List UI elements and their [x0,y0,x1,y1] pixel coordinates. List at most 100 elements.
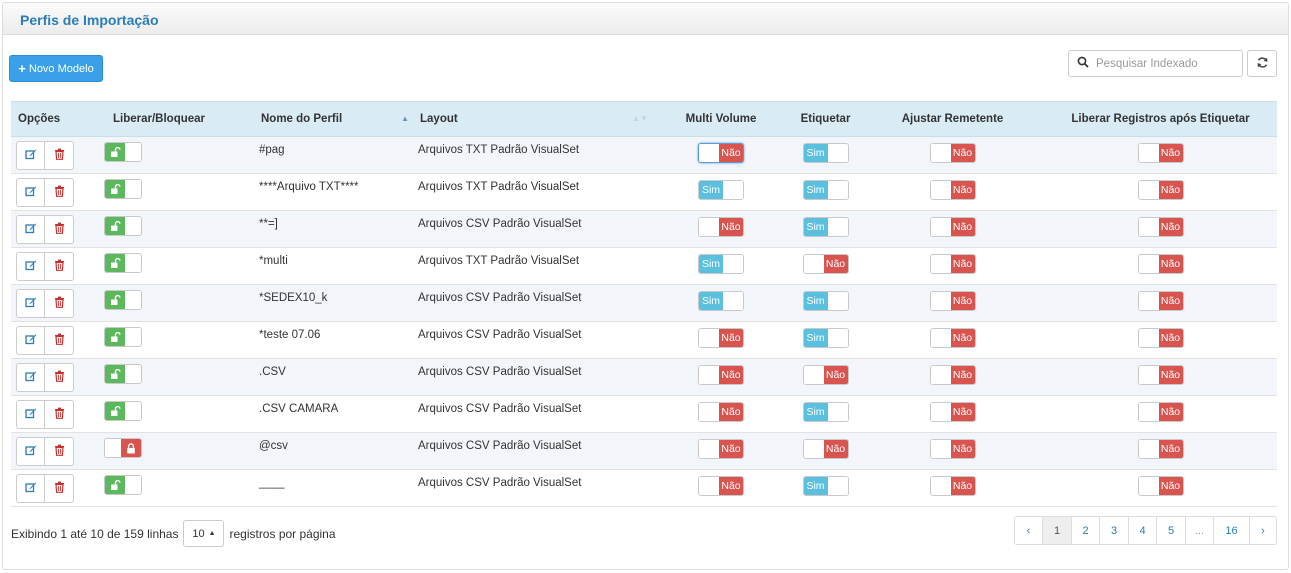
delete-button[interactable] [45,141,74,170]
col-nome-do-perfil[interactable]: Nome do Perfil ▲ [254,101,413,137]
options-cell [11,432,106,470]
delete-button[interactable] [45,474,74,503]
ajustar-remetente-toggle[interactable]: Não [929,143,976,163]
edit-button[interactable] [16,474,45,503]
lock-toggle[interactable] [104,438,142,458]
etiquetar-toggle[interactable]: Sim [802,476,849,496]
edit-button[interactable] [16,215,45,244]
lock-toggle[interactable] [104,475,142,495]
col-liberar-bloquear[interactable]: Liberar/Bloquear [106,101,254,137]
col-ajustar-remetente[interactable]: Ajustar Remetente [861,101,1044,137]
edit-button[interactable] [16,141,45,170]
liberar-registros-toggle[interactable]: Não [1137,328,1184,348]
ajustar-remetente-toggle[interactable]: Não [929,254,976,274]
ajustar-remetente-toggle[interactable]: Não [929,180,976,200]
page-2-button[interactable]: 2 [1071,517,1099,544]
etiquetar-cell: Sim [790,173,861,211]
lock-toggle[interactable] [104,216,142,236]
liberar-registros-toggle[interactable]: Não [1137,143,1184,163]
ajustar-remetente-toggle[interactable]: Não [929,328,976,348]
delete-button[interactable] [45,289,74,318]
page-4-button[interactable]: 4 [1128,517,1156,544]
delete-button[interactable] [45,326,74,355]
liberar-registros-toggle[interactable]: Não [1137,439,1184,459]
multi-volume-toggle[interactable]: Não [698,328,744,348]
toggle-no-label: Não [1158,477,1183,495]
multi-volume-toggle[interactable]: Não [698,217,744,237]
col-etiquetar[interactable]: Etiquetar [790,101,861,137]
etiquetar-toggle[interactable]: Sim [802,180,849,200]
ajustar-remetente-toggle[interactable]: Não [929,439,976,459]
toggle-no-label: Não [719,144,743,162]
etiquetar-toggle[interactable]: Não [802,365,849,385]
delete-button[interactable] [45,215,74,244]
lock-toggle[interactable] [104,253,142,273]
liberar-registros-toggle[interactable]: Não [1137,365,1184,385]
page-size-dropdown[interactable]: 10 ▲ [183,520,225,547]
lock-toggle[interactable] [104,179,142,199]
col-layout[interactable]: Layout ▲▼ [413,101,652,137]
refresh-button[interactable] [1247,50,1277,77]
ajustar-remetente-toggle[interactable]: Não [929,476,976,496]
toggle-no-label: Não [950,477,975,495]
ajustar-remetente-toggle[interactable]: Não [929,217,976,237]
page-1-button[interactable]: 1 [1042,517,1071,544]
lock-toggle[interactable] [104,327,142,347]
multi-volume-toggle[interactable]: Não [698,143,744,163]
multi-volume-toggle[interactable]: Sim [698,291,744,311]
etiquetar-toggle[interactable]: Sim [802,328,849,348]
profile-layout: Arquivos CSV Padrão VisualSet [413,284,652,322]
etiquetar-toggle[interactable]: Sim [802,217,849,237]
edit-button[interactable] [16,363,45,392]
lock-toggle[interactable] [104,401,142,421]
multi-volume-toggle[interactable]: Não [698,365,744,385]
page-5-button[interactable]: 5 [1156,517,1185,544]
page-3-button[interactable]: 3 [1099,517,1128,544]
toggle-no-label: Não [823,255,848,273]
etiquetar-toggle[interactable]: Não [802,254,849,274]
edit-button[interactable] [16,437,45,466]
multi-volume-toggle[interactable]: Sim [698,180,744,200]
liberar-registros-toggle[interactable]: Não [1137,254,1184,274]
ajustar-remetente-toggle[interactable]: Não [929,402,976,422]
multi-volume-toggle[interactable]: Sim [698,254,744,274]
delete-button[interactable] [45,178,74,207]
delete-button[interactable] [45,437,74,466]
etiquetar-toggle[interactable]: Sim [802,291,849,311]
etiquetar-toggle[interactable]: Sim [802,143,849,163]
edit-button[interactable] [16,252,45,281]
multi-volume-toggle[interactable]: Não [698,476,744,496]
search-input[interactable] [1096,57,1236,70]
liberar-registros-toggle[interactable]: Não [1137,476,1184,496]
ajustar-remetente-toggle[interactable]: Não [929,291,976,311]
edit-button[interactable] [16,400,45,429]
liberar-registros-toggle[interactable]: Não [1137,217,1184,237]
etiquetar-toggle[interactable]: Sim [802,402,849,422]
multi-volume-toggle[interactable]: Não [698,402,744,422]
lock-toggle[interactable] [104,290,142,310]
delete-button[interactable] [45,252,74,281]
liberar-registros-toggle[interactable]: Não [1137,291,1184,311]
edit-button[interactable] [16,178,45,207]
etiquetar-toggle[interactable]: Não [802,439,849,459]
lock-toggle[interactable] [104,364,142,384]
page-prev-button[interactable]: ‹ [1015,517,1042,544]
new-model-button[interactable]: + Novo Modelo [9,55,103,82]
multi-volume-toggle[interactable]: Não [698,439,744,459]
delete-button[interactable] [45,400,74,429]
edit-button[interactable] [16,326,45,355]
lock-toggle[interactable] [104,142,142,162]
liberar-registros-toggle[interactable]: Não [1137,180,1184,200]
page-next-button[interactable]: › [1249,517,1276,544]
liberar-registros-toggle[interactable]: Não [1137,402,1184,422]
unlock-icon [105,143,125,161]
page-16-button[interactable]: 16 [1213,517,1249,544]
edit-button[interactable] [16,289,45,318]
toggle-no-label: Não [1158,292,1183,310]
delete-button[interactable] [45,363,74,392]
ajustar-remetente-toggle[interactable]: Não [929,365,976,385]
col-multi-volume[interactable]: Multi Volume [652,101,790,137]
table-row: .CSV Arquivos CSV Padrão VisualSet Não N… [11,358,1277,396]
search-box[interactable] [1068,50,1243,77]
col-liberar-registros[interactable]: Liberar Registros após Etiquetar [1044,101,1277,137]
